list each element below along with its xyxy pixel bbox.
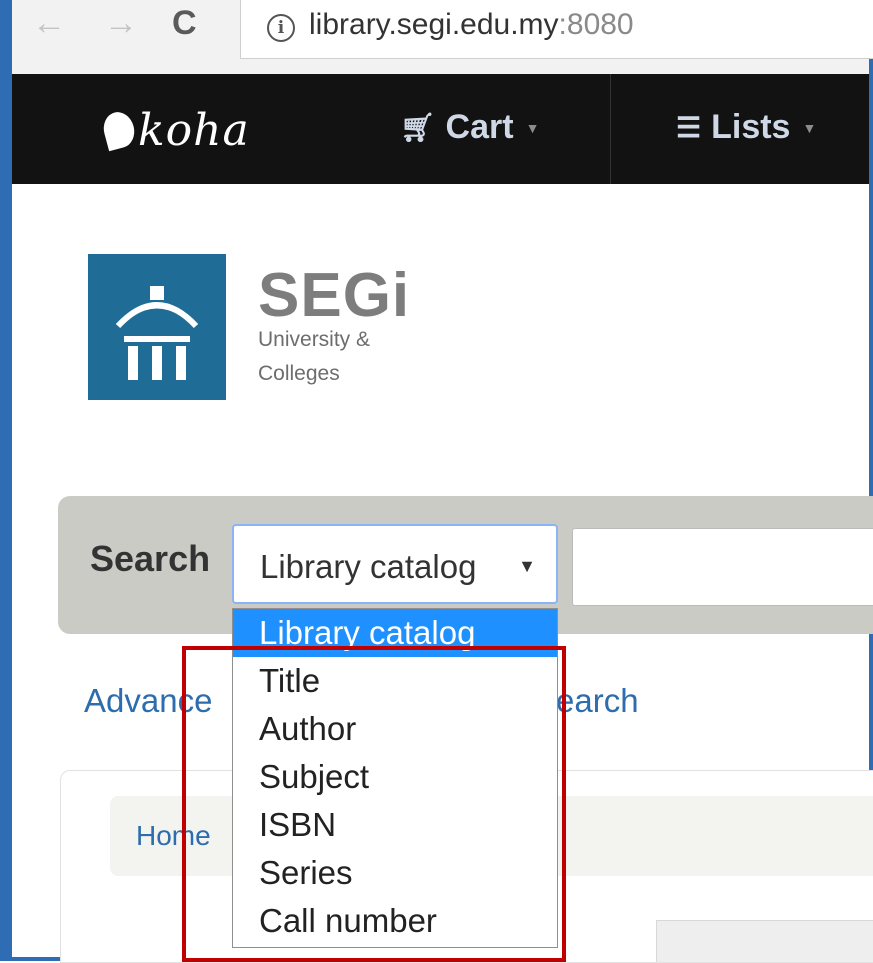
search-index-select[interactable]: Library catalog ▼ bbox=[232, 524, 558, 604]
brand-subtitle-line1: University & bbox=[258, 328, 371, 351]
lists-label: Lists bbox=[711, 108, 791, 146]
cart-icon: 🛒︎ bbox=[400, 112, 436, 143]
koha-logo[interactable]: koha bbox=[99, 102, 250, 158]
koha-logo-mark-icon bbox=[99, 108, 139, 152]
koha-navbar: koha 🛒︎ Cart ▼ ☰ Lists ▼ bbox=[12, 74, 869, 184]
lists-menu[interactable]: ☰ Lists ▼ bbox=[676, 108, 816, 147]
frame-left-border bbox=[0, 0, 12, 961]
brand-subtitle-line2: Colleges bbox=[258, 362, 340, 385]
koha-logo-text: koha bbox=[138, 104, 250, 156]
highlight-annotation bbox=[182, 646, 566, 962]
side-panel bbox=[656, 920, 873, 962]
search-link[interactable]: earch bbox=[556, 682, 639, 720]
library-header: SEGi University & Colleges bbox=[12, 184, 869, 474]
browser-toolbar: ← → C i library.segi.edu.my:8080 bbox=[12, 0, 873, 75]
nav-divider bbox=[610, 74, 611, 184]
cart-label: Cart bbox=[445, 108, 514, 146]
segi-logo-icon[interactable] bbox=[88, 254, 226, 400]
list-icon: ☰ bbox=[676, 112, 702, 143]
caret-down-icon: ▼ bbox=[802, 119, 817, 136]
info-icon[interactable]: i bbox=[267, 14, 295, 42]
back-arrow-icon[interactable]: ← bbox=[32, 6, 66, 40]
address-bar[interactable]: i library.segi.edu.my:8080 bbox=[240, 0, 873, 59]
caret-down-icon: ▼ bbox=[525, 119, 540, 136]
dropdown-arrow-icon: ▼ bbox=[518, 556, 536, 576]
forward-arrow-icon[interactable]: → bbox=[104, 6, 138, 40]
reload-icon[interactable]: C bbox=[172, 6, 197, 40]
url-text: library.segi.edu.my:8080 bbox=[309, 8, 634, 41]
brand-name: SEGi bbox=[258, 261, 411, 330]
select-value: Library catalog bbox=[260, 548, 477, 585]
search-label: Search bbox=[90, 538, 211, 579]
search-input[interactable] bbox=[572, 528, 873, 606]
cart-menu[interactable]: 🛒︎ Cart ▼ bbox=[400, 108, 539, 147]
